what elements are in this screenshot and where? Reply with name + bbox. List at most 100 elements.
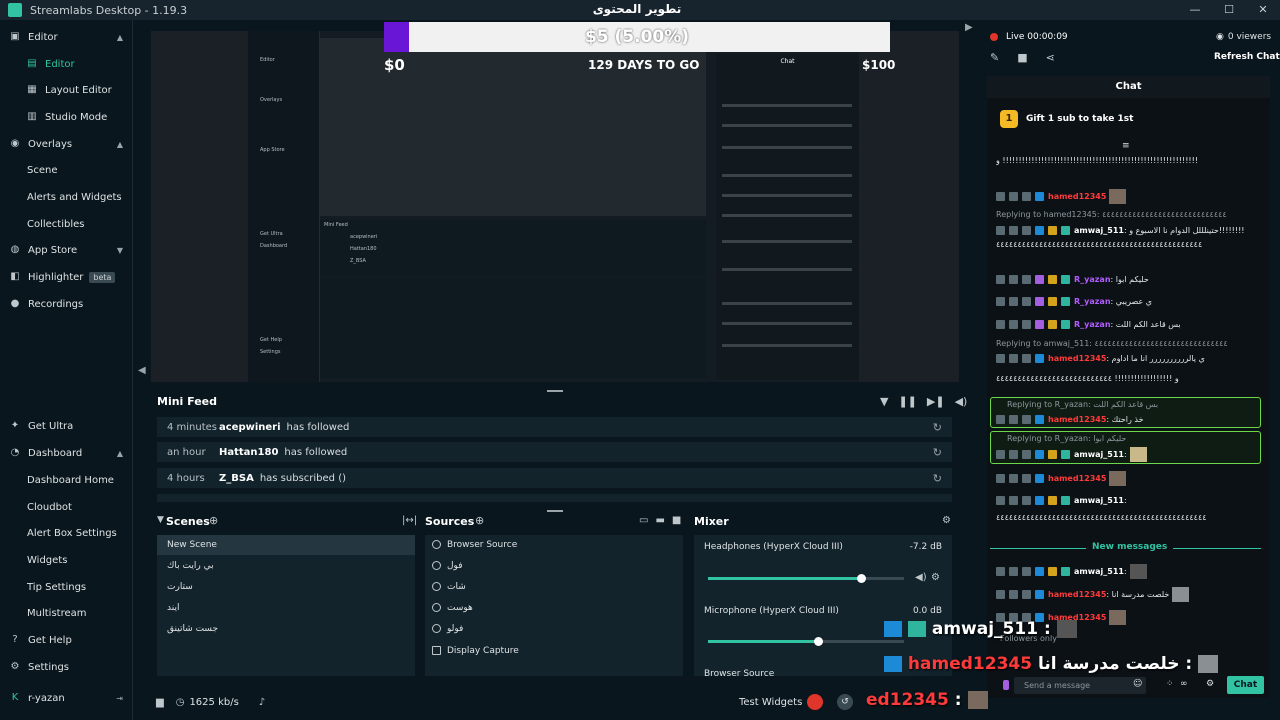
refresh-chat-button[interactable]: Refresh Chat: [1214, 52, 1280, 62]
notification-bell-icon[interactable]: ♪: [259, 697, 265, 708]
scene-item[interactable]: ايند: [157, 598, 415, 618]
nav-settings[interactable]: ⚙ Settings: [0, 656, 133, 678]
nav-dashboard[interactable]: ◔ Dashboard ▲: [0, 442, 133, 464]
add-scene-icon[interactable]: ⊕: [209, 514, 218, 527]
mute-icon[interactable]: ◀): [915, 572, 927, 583]
mixer-slider-knob[interactable]: [813, 637, 823, 646]
test-widgets-label[interactable]: Test Widgets: [739, 697, 802, 708]
nav-get-ultra[interactable]: ✦ Get Ultra: [0, 415, 133, 437]
record-button[interactable]: [807, 694, 823, 710]
nav-alert-box-settings[interactable]: Alert Box Settings: [0, 522, 133, 544]
scene-item[interactable]: ستارت: [157, 577, 415, 597]
repeat-icon[interactable]: ↻: [933, 421, 942, 434]
collapse-right-icon[interactable]: ▶: [965, 22, 973, 33]
source-properties-icon[interactable]: ▭: [639, 515, 648, 526]
nav-collectibles[interactable]: Collectibles: [0, 213, 133, 235]
skip-icon[interactable]: ▶❚: [927, 395, 945, 408]
nav-overlays[interactable]: ◉ Overlays ▲: [0, 133, 133, 155]
edit-stream-icon[interactable]: ✎: [990, 51, 999, 64]
user-name: r-yazan: [28, 692, 65, 704]
nav-recordings[interactable]: ● Recordings: [0, 293, 133, 315]
chat-username[interactable]: hamed12345: [1048, 192, 1106, 201]
channel-gear-icon[interactable]: ⚙: [931, 572, 940, 583]
chevron-down-icon[interactable]: ▼: [157, 515, 164, 525]
glasses-icon[interactable]: ∞: [1180, 679, 1188, 689]
chat-send-button[interactable]: Chat: [1227, 676, 1264, 694]
close-button[interactable]: ✕: [1246, 0, 1280, 20]
chat-username[interactable]: amwaj_511: [1074, 226, 1124, 235]
source-folder-icon[interactable]: ■: [672, 515, 681, 526]
chat-username[interactable]: hamed12345: [1048, 415, 1106, 424]
nav-scene[interactable]: Scene: [0, 159, 133, 181]
monitor-icon: [432, 646, 441, 655]
nav-dashboard-home[interactable]: Dashboard Home: [0, 469, 133, 491]
preview-inner-app-store-label: App Store: [260, 147, 285, 153]
pause-icon[interactable]: ❚❚: [898, 395, 916, 408]
mixer-gear-icon[interactable]: ⚙: [942, 515, 951, 526]
mixer-slider[interactable]: [708, 574, 904, 583]
chat-username[interactable]: R_yazan: [1074, 297, 1111, 306]
feed-name: Z_BSA: [219, 472, 254, 484]
scene-item[interactable]: جست شاتينق: [157, 619, 415, 639]
channel-points-icon[interactable]: [1003, 680, 1009, 690]
share-icon[interactable]: ⋖: [1046, 51, 1055, 64]
gift-banner[interactable]: 1 Gift 1 sub to take 1st: [1000, 110, 1133, 128]
nav-widgets[interactable]: Widgets: [0, 549, 133, 571]
badge-icon: [1022, 353, 1031, 363]
replay-buffer-icon[interactable]: ↺: [837, 694, 853, 710]
chat-username[interactable]: amwaj_511: [1074, 496, 1124, 505]
minimize-button[interactable]: —: [1178, 0, 1212, 20]
collapse-left-icon[interactable]: ◀: [138, 365, 146, 376]
source-item[interactable]: هوست: [425, 598, 683, 618]
source-item[interactable]: فول: [425, 556, 683, 576]
nav-highlighter[interactable]: ◧ Highlighter beta: [0, 266, 133, 288]
filter-icon[interactable]: ▼: [880, 395, 888, 408]
chat-username[interactable]: amwaj_511: [1074, 567, 1124, 576]
camera-icon[interactable]: ■: [1017, 51, 1027, 64]
nav-cloudbot[interactable]: Cloudbot: [0, 496, 133, 518]
chat-username[interactable]: hamed12345: [1048, 590, 1106, 599]
stats-icon[interactable]: ▆: [156, 697, 164, 708]
source-item[interactable]: فولو: [425, 619, 683, 639]
nav-alerts-widgets[interactable]: Alerts and Widgets: [0, 186, 133, 208]
emote-icon[interactable]: ☺: [1133, 679, 1142, 689]
chat-username[interactable]: hamed12345: [1048, 474, 1106, 483]
nav-layout-editor[interactable]: ▦ Layout Editor: [0, 79, 133, 101]
nav-multistream[interactable]: Multistream: [0, 602, 133, 624]
maximize-button[interactable]: ☐: [1212, 0, 1246, 20]
nav-studio-mode[interactable]: ▥ Studio Mode: [0, 106, 133, 128]
bits-icon[interactable]: ⁘: [1166, 679, 1174, 689]
chat-settings-gear-icon[interactable]: ⚙: [1206, 679, 1214, 689]
mixer-slider[interactable]: [708, 637, 904, 646]
volume-icon[interactable]: ◀): [955, 395, 968, 408]
resize-handle[interactable]: [547, 510, 563, 512]
user-account[interactable]: K r-yazan ⇥: [0, 687, 133, 709]
chat-username[interactable]: R_yazan: [1074, 275, 1111, 284]
source-item[interactable]: Browser Source: [425, 535, 683, 555]
globe-icon: [432, 540, 441, 549]
nav-editor-editor[interactable]: ▤ Editor: [0, 53, 133, 75]
nav-get-help[interactable]: ? Get Help: [0, 629, 133, 651]
source-item[interactable]: شات: [425, 577, 683, 597]
repeat-icon[interactable]: ↻: [933, 446, 942, 459]
nav-app-store[interactable]: ◍ App Store ▼: [0, 239, 133, 261]
feed-action: has subscribed (): [259, 472, 347, 484]
folder-icon[interactable]: ▬: [655, 515, 664, 526]
scene-transition-icon[interactable]: |↔|: [402, 515, 417, 526]
scene-item[interactable]: New Scene: [157, 535, 415, 555]
chat-username[interactable]: R_yazan: [1074, 320, 1111, 329]
chat-username[interactable]: amwaj_511: [1074, 450, 1124, 459]
reply-context: Replying to amwaj_511: ٤٤٤٤٤٤٤٤٤٤٤٤٤٤٤٤٤…: [996, 339, 1228, 348]
chat-input[interactable]: Send a message: [1014, 677, 1146, 694]
nav-editor[interactable]: ▣ Editor ▲: [0, 26, 133, 48]
mini-feed-title: Mini Feed: [157, 395, 218, 408]
pin-icon[interactable]: ≡: [1122, 141, 1130, 151]
scene-item[interactable]: بي رايت باك: [157, 556, 415, 576]
chat-username[interactable]: hamed12345: [1048, 354, 1106, 363]
repeat-icon[interactable]: ↻: [933, 472, 942, 485]
resize-handle[interactable]: [547, 390, 563, 392]
mixer-slider-knob[interactable]: [856, 574, 866, 583]
add-source-icon[interactable]: ⊕: [475, 514, 484, 527]
nav-tip-settings[interactable]: Tip Settings: [0, 576, 133, 598]
source-item[interactable]: Display Capture: [425, 641, 683, 661]
